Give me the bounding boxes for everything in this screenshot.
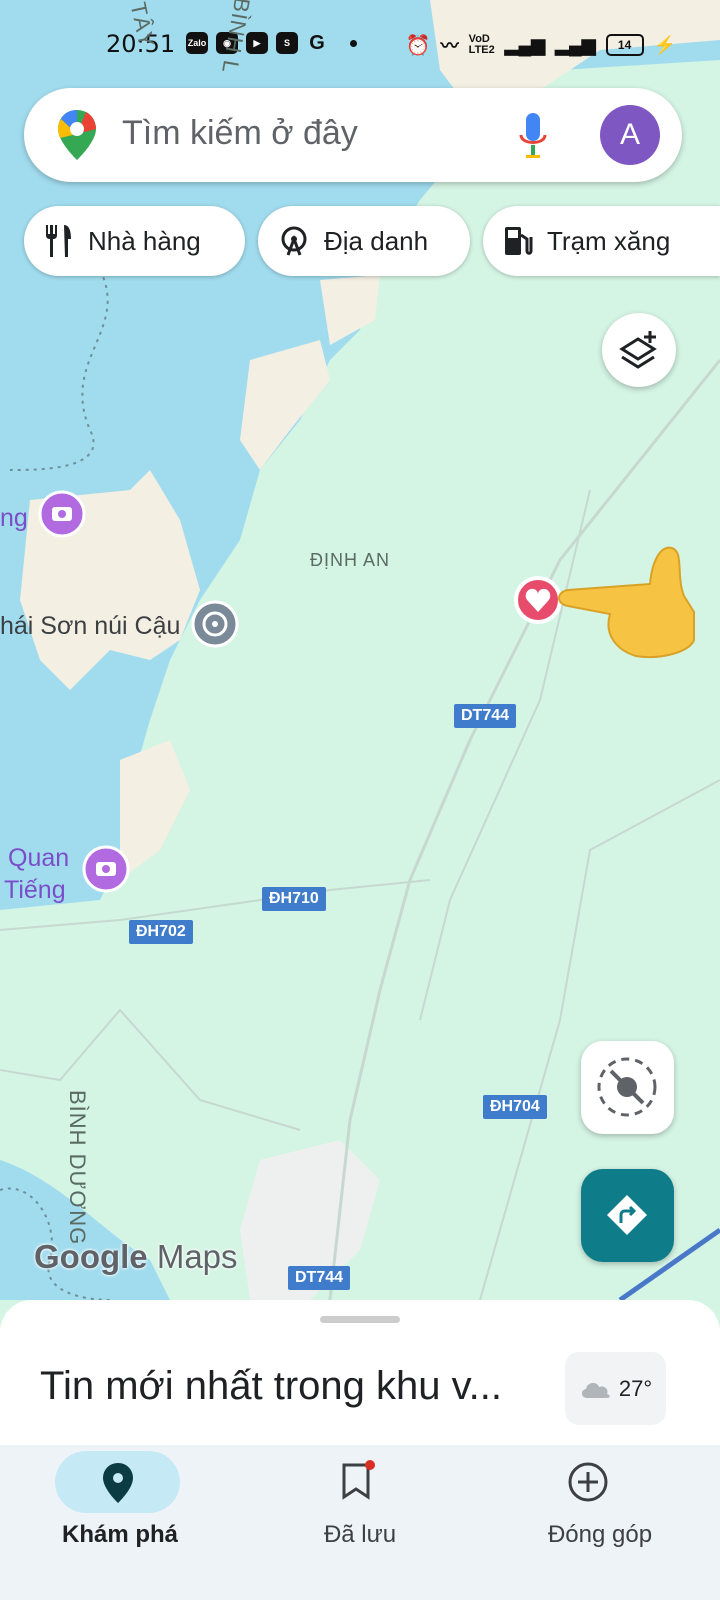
camera-poi-marker bbox=[82, 845, 130, 893]
sheet-drag-handle[interactable] bbox=[320, 1316, 400, 1323]
poi-label[interactable]: ng bbox=[0, 504, 28, 533]
directions-button[interactable] bbox=[581, 1169, 674, 1262]
restaurant-icon bbox=[46, 225, 71, 257]
signal-icon-2: ▂▄▆ bbox=[555, 34, 596, 55]
gas-station-icon bbox=[505, 227, 533, 255]
shopee-icon: S bbox=[276, 32, 298, 54]
place-label-dinh-an: ĐỊNH AN bbox=[310, 550, 391, 570]
road-label: ĐH702 bbox=[129, 920, 193, 944]
saved-heart-marker bbox=[514, 576, 562, 624]
alarm-icon: ⏰ bbox=[405, 34, 431, 57]
poi-label-tieng[interactable]: Tiếng bbox=[4, 876, 66, 905]
poi-label-quan[interactable]: Quan bbox=[8, 844, 69, 873]
camera-poi-marker bbox=[38, 490, 86, 538]
directions-icon bbox=[607, 1195, 647, 1235]
bottom-sheet[interactable]: Tin mới nhất trong khu v... 27° bbox=[0, 1300, 720, 1445]
watermark-maps: Maps bbox=[156, 1238, 238, 1275]
temple-poi-marker bbox=[191, 600, 239, 648]
status-app-icons: Zalo ◉ ▶ S G bbox=[186, 32, 357, 54]
status-bar: 20:51 Zalo ◉ ▶ S G ⏰ 〰 VoD LTE2 ▂▄▆ ▂▄▆ … bbox=[0, 0, 720, 88]
nav-item-explore[interactable]: Khám phá bbox=[0, 1445, 240, 1600]
chip-label: Nhà hàng bbox=[88, 225, 201, 256]
attraction-icon bbox=[281, 226, 307, 256]
bookmark-icon bbox=[342, 1460, 375, 1500]
nav-item-contribute[interactable]: Đóng góp bbox=[480, 1445, 720, 1600]
zalo-icon: Zalo bbox=[186, 32, 208, 54]
chip-restaurants[interactable]: Nhà hàng bbox=[24, 206, 245, 276]
wifi-icon: 〰 bbox=[440, 36, 459, 56]
bottom-navigation: Khám phá Đã lưu Đóng góp bbox=[0, 1445, 720, 1600]
google-maps-watermark: Google Maps bbox=[34, 1238, 238, 1276]
nav-label: Đóng góp bbox=[547, 1521, 653, 1548]
microphone-icon[interactable] bbox=[518, 113, 548, 159]
network-type-label: VoD LTE2 bbox=[468, 33, 495, 56]
more-notifications-icon bbox=[350, 39, 357, 47]
avatar[interactable]: A bbox=[600, 105, 660, 165]
status-system-icons: ⏰ 〰 VoD LTE2 ▂▄▆ ▂▄▆ 14 ⚡ bbox=[406, 32, 676, 58]
nav-label: Đã lưu bbox=[323, 1521, 397, 1548]
youtube-icon: ▶ bbox=[246, 32, 268, 54]
google-maps-logo-icon bbox=[58, 110, 96, 160]
road-label: ĐH710 bbox=[262, 887, 326, 911]
chip-attractions[interactable]: Địa danh bbox=[258, 206, 470, 276]
location-off-icon bbox=[597, 1057, 657, 1117]
chip-label: Trạm xăng bbox=[547, 225, 671, 256]
battery-icon: 14 bbox=[605, 34, 644, 56]
watermark-google: Google bbox=[34, 1238, 148, 1275]
weather-chip[interactable]: 27° bbox=[565, 1352, 666, 1425]
layers-button[interactable] bbox=[602, 313, 676, 387]
place-label-binh-duong: BÌNH DƯƠNG bbox=[65, 1090, 90, 1246]
google-icon: G bbox=[309, 32, 325, 54]
cloud-icon bbox=[581, 1382, 610, 1398]
latest-news-title[interactable]: Tin mới nhất trong khu v... bbox=[40, 1364, 502, 1409]
search-bar[interactable]: Tìm kiếm ở đây A bbox=[24, 88, 682, 182]
temperature: 27° bbox=[618, 1375, 653, 1401]
chip-gas-stations[interactable]: Trạm xăng bbox=[483, 206, 720, 276]
nav-item-saved[interactable]: Đã lưu bbox=[240, 1445, 480, 1600]
road-label: DT744 bbox=[454, 704, 517, 728]
add-circle-icon bbox=[568, 1462, 608, 1502]
explore-pin-icon bbox=[103, 1463, 133, 1503]
poi-label-thai-son[interactable]: hái Sơn núi Cậu bbox=[0, 612, 180, 641]
road-label: DT744 bbox=[288, 1266, 351, 1290]
search-input[interactable]: Tìm kiếm ở đây bbox=[122, 114, 358, 153]
nav-label: Khám phá bbox=[61, 1521, 178, 1548]
layers-icon bbox=[619, 331, 657, 369]
signal-icon-1: ▂▄▆ bbox=[504, 34, 546, 55]
road-label: ĐH704 bbox=[483, 1095, 547, 1119]
charging-icon: ⚡ bbox=[653, 34, 676, 55]
chip-label: Địa danh bbox=[324, 225, 429, 256]
my-location-button[interactable] bbox=[581, 1041, 674, 1134]
